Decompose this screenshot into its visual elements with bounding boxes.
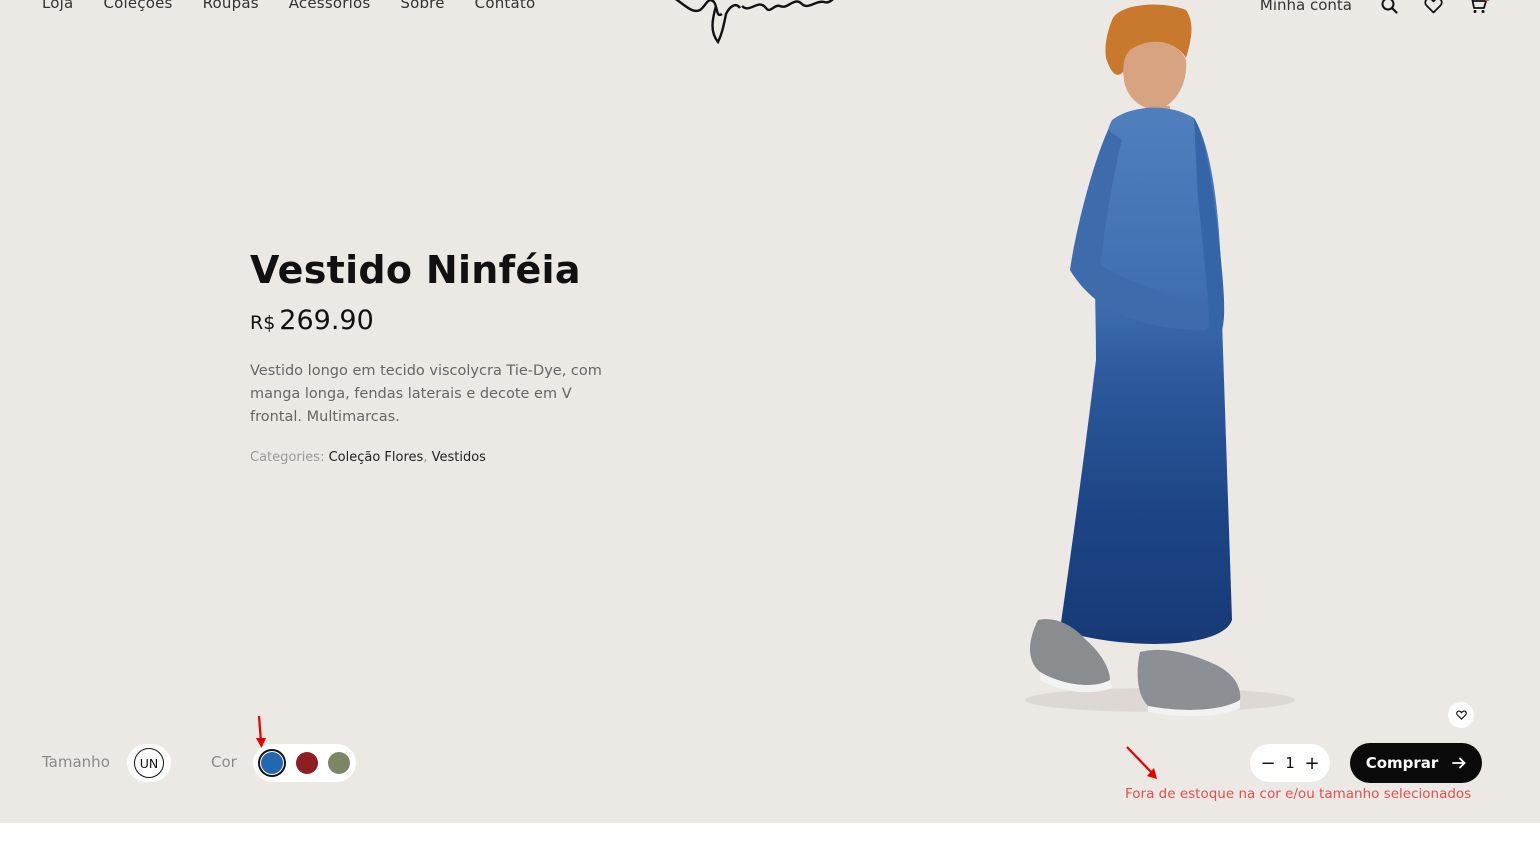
nav-item-contato[interactable]: Contato [475, 0, 536, 12]
price-value: 269.90 [279, 305, 374, 336]
category-link-vestidos[interactable]: Vestidos [432, 450, 486, 465]
price-currency: R$ [250, 312, 276, 334]
product-title: Vestido Ninféia [250, 248, 581, 292]
color-label: Cor [211, 753, 237, 771]
main-nav: Loja Coleções Roupas Acessórios Sobre Co… [42, 0, 535, 12]
buy-button-label: Comprar [1365, 754, 1439, 772]
nav-item-colecoes[interactable]: Coleções [103, 0, 172, 12]
product-page: Loja Coleções Roupas Acessórios Sobre Co… [0, 0, 1540, 823]
nav-item-sobre[interactable]: Sobre [400, 0, 444, 12]
nav-item-acessorios[interactable]: Acessórios [289, 0, 371, 12]
quantity-value[interactable]: 1 [1285, 754, 1295, 772]
add-to-wishlist-button[interactable] [1448, 702, 1474, 728]
search-icon[interactable] [1378, 0, 1400, 16]
arrow-right-icon [1452, 757, 1466, 769]
categories-separator: , [423, 450, 428, 465]
product-price: R$ 269.90 [250, 305, 374, 336]
color-swatch-red[interactable] [296, 752, 318, 774]
brand-logo[interactable] [670, 0, 840, 46]
product-description: Vestido longo em tecido viscolycra Tie-D… [250, 363, 602, 425]
category-link-colecao-flores[interactable]: Coleção Flores [329, 450, 424, 465]
nav-item-loja[interactable]: Loja [42, 0, 73, 12]
annotation-arrow-icon [1126, 746, 1157, 779]
annotation-arrow-icon [256, 715, 266, 748]
quantity-decrease-button[interactable]: − [1260, 753, 1276, 774]
heart-icon[interactable] [1422, 0, 1444, 16]
size-option-un[interactable]: UN [134, 748, 164, 778]
color-swatch-olive[interactable] [328, 752, 350, 774]
buy-button[interactable]: Comprar [1350, 743, 1482, 783]
size-selector: UN [127, 744, 171, 782]
color-swatch-blue[interactable] [258, 749, 286, 777]
size-label: Tamanho [42, 753, 110, 771]
nav-item-roupas[interactable]: Roupas [203, 0, 259, 12]
categories-label: Categories: [250, 450, 325, 465]
quantity-stepper: − 1 + [1250, 744, 1330, 782]
cart-icon[interactable] [1466, 0, 1492, 16]
product-categories: Categories: Coleção Flores, Vestidos [250, 450, 486, 465]
product-image [1025, 4, 1295, 717]
color-selector [253, 744, 356, 782]
out-of-stock-message: Fora de estoque na cor e/ou tamanho sele… [1125, 786, 1472, 802]
quantity-increase-button[interactable]: + [1304, 753, 1320, 774]
